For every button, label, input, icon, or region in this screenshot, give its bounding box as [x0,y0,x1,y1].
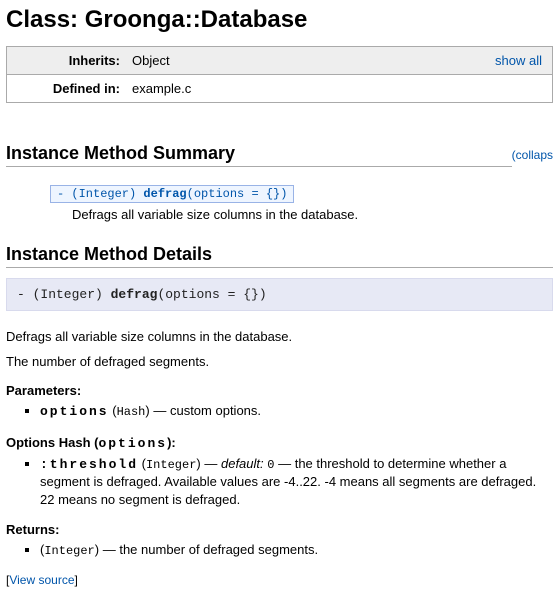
details-heading: Instance Method Details [6,244,553,268]
sig-method: defrag [111,287,158,302]
summary-prefix: - (Integer) [57,187,143,201]
returns-title: Returns: [6,522,553,537]
return-item: (Integer) — the number of defraged segme… [40,541,553,559]
inherits-label: Inherits: [17,53,132,68]
summary-method: defrag [143,187,186,201]
param-name: options [40,404,109,419]
summary-desc: Defrags all variable size columns in the… [72,207,553,222]
view-source-link[interactable]: View source [9,573,74,587]
opts-title-mono: options [98,436,167,451]
option-default-value: 0 [267,458,274,472]
summary-item: - (Integer) defrag(options = {}) Defrags… [50,185,553,222]
param-type: Hash [117,405,146,419]
option-type: Integer [146,458,196,472]
opt-paren-close: ) [196,456,200,471]
opts-title-prefix: Options Hash ( [6,435,98,450]
ret-paren-close: ) [95,542,99,557]
option-default-label: default: [221,456,264,471]
method-signature: - (Integer) defrag(options = {}) [6,278,553,311]
param-item: options (Hash) — custom options. [40,402,553,421]
defined-in-label: Defined in: [17,81,132,96]
inherits-value: Object [132,53,495,68]
collapse-link[interactable]: collaps [516,148,553,162]
option-name: :threshold [40,457,138,472]
method-desc-2: The number of defraged segments. [6,354,553,369]
class-info-box: Inherits: Object show all Defined in: ex… [6,46,553,103]
show-all-link[interactable]: show all [495,53,542,68]
parameters-title: Parameters: [6,383,553,398]
page-title: Class: Groonga::Database [6,6,553,34]
defined-in-value: example.c [132,81,542,96]
param-paren-close: ) [145,403,149,418]
summary-args: (options = {}) [187,187,288,201]
opts-title-suffix: ): [167,435,176,450]
option-item: :threshold (Integer) — default: 0 — the … [40,455,553,509]
method-desc-1: Defrags all variable size columns in the… [6,329,553,344]
return-desc: the number of defraged segments. [119,542,318,557]
summary-heading: Instance Method Summary [6,143,512,167]
options-title: Options Hash (options): [6,435,553,451]
summary-signature-link[interactable]: - (Integer) defrag(options = {}) [50,185,294,203]
return-type: Integer [44,544,94,558]
sig-args: (options = {}) [157,287,266,302]
param-desc: custom options. [170,403,261,418]
sig-prefix: - (Integer) [17,287,111,302]
